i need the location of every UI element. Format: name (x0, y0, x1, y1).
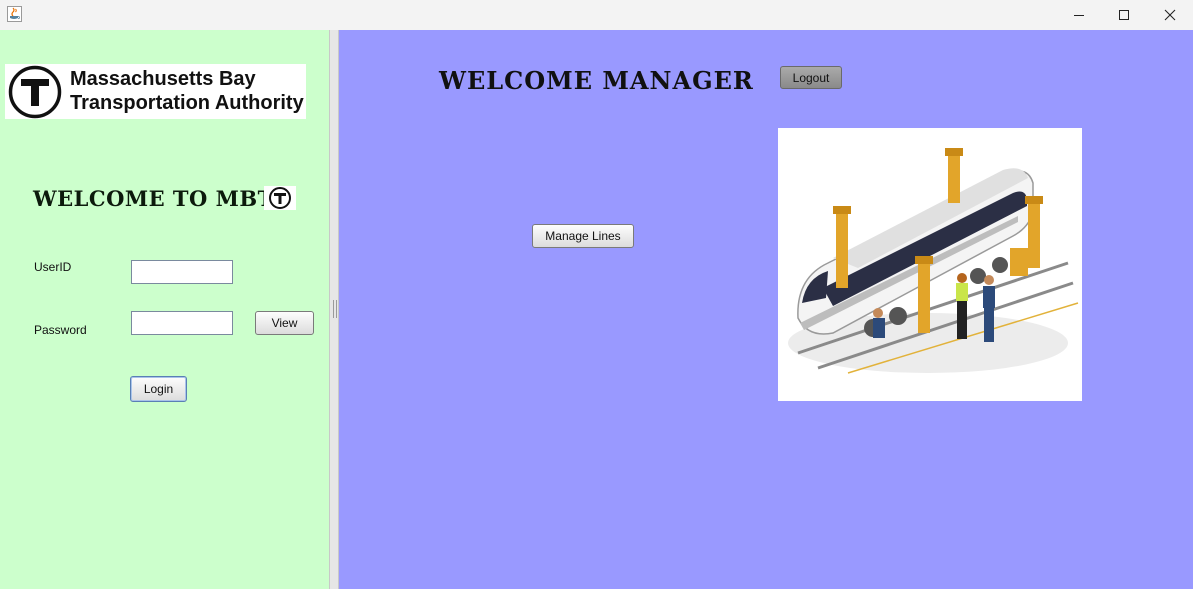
logo-text: Massachusetts Bay Transportation Authori… (70, 67, 304, 115)
maximize-button[interactable] (1101, 0, 1147, 30)
split-pane-divider[interactable] (329, 30, 339, 589)
manager-welcome-heading: WELCOME MANAGER (439, 66, 754, 95)
password-label: Password (34, 323, 87, 337)
logo-line-1: Massachusetts Bay (70, 68, 256, 90)
logout-button[interactable]: Logout (780, 66, 842, 89)
logo-line-2: Transportation Authority (70, 92, 304, 114)
userid-label: UserID (34, 260, 72, 274)
mbta-logo: Massachusetts Bay Transportation Authori… (5, 64, 306, 119)
manager-panel: WELCOME MANAGER Logout Manage Lines (339, 30, 1193, 589)
mbta-t-small-icon (264, 186, 296, 210)
java-coffee-cup-icon (7, 6, 22, 22)
maximize-icon (1118, 6, 1130, 25)
minimize-button[interactable] (1056, 0, 1102, 30)
manage-lines-button[interactable]: Manage Lines (532, 224, 634, 248)
login-button[interactable]: Login (130, 376, 187, 402)
password-field[interactable] (131, 311, 233, 335)
train-maintenance-illustration (778, 128, 1082, 401)
view-password-button[interactable]: View (255, 311, 314, 335)
welcome-heading: WELCOME TO MBTA (33, 186, 290, 211)
login-panel: Massachusetts Bay Transportation Authori… (0, 30, 329, 589)
minimize-icon (1073, 6, 1085, 25)
divider-grip (333, 300, 337, 318)
close-icon (1164, 6, 1176, 25)
userid-field[interactable] (131, 260, 233, 284)
mbta-t-icon (8, 65, 62, 123)
close-button[interactable] (1147, 0, 1193, 30)
window-titlebar (0, 0, 1193, 30)
